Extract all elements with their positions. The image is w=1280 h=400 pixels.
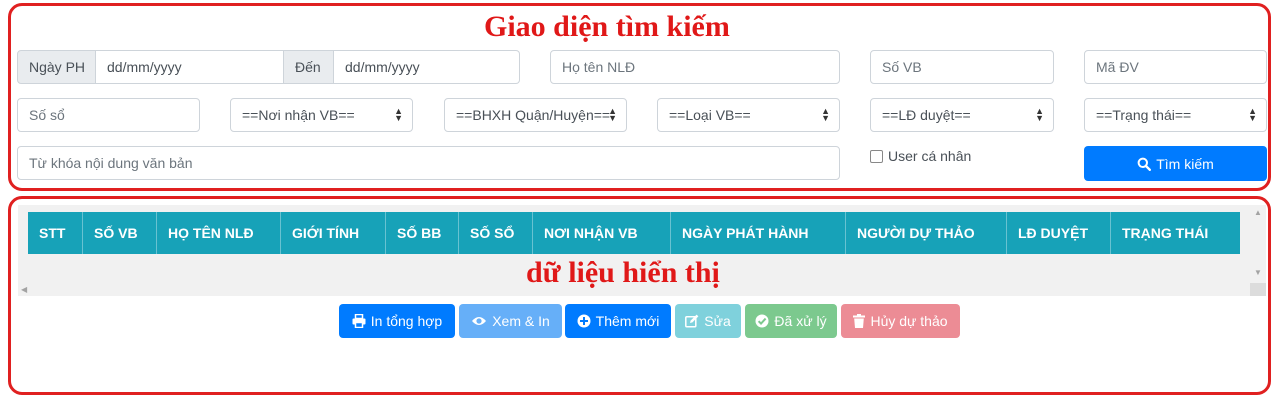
trash-icon — [853, 314, 866, 328]
check-circle-icon — [755, 314, 769, 328]
date-range-group: Ngày PH dd/mm/yyyy Đến dd/mm/yyyy — [17, 50, 520, 84]
unit-code-input[interactable]: Mã ĐV — [1084, 50, 1267, 84]
column-header-recipient: NƠI NHẬN VB — [533, 212, 671, 254]
select-arrows-icon: ▲ ▼ — [821, 106, 830, 123]
recipient-select-value: ==Nơi nhận VB== — [242, 107, 355, 123]
approver-select-value: ==LĐ duyệt== — [882, 107, 971, 123]
eye-icon — [472, 317, 487, 325]
column-header-stt: STT — [28, 212, 83, 254]
personal-user-option[interactable]: User cá nhân — [870, 148, 971, 164]
scroll-up-icon[interactable]: ▲ — [1254, 209, 1262, 217]
date-to-label: Đến — [284, 50, 334, 84]
data-area-annotation: dữ liệu hiển thị — [526, 256, 720, 289]
column-header-book-number: SỐ SỔ — [459, 212, 533, 254]
print-summary-button[interactable]: In tổng hợp — [339, 304, 455, 338]
keyword-input[interactable]: Từ khóa nội dung văn bản — [17, 146, 840, 180]
doc-number-input[interactable]: Số VB — [870, 50, 1054, 84]
edit-icon — [685, 314, 699, 328]
scroll-down-icon[interactable]: ▼ — [1254, 269, 1262, 277]
date-from-input[interactable]: dd/mm/yyyy — [96, 50, 284, 84]
column-header-gender: GIỚI TÍNH — [281, 212, 386, 254]
select-arrows-icon: ▲ ▼ — [608, 106, 617, 123]
search-icon — [1137, 157, 1152, 171]
book-number-input[interactable]: Số sổ — [17, 98, 200, 132]
print-icon — [352, 314, 366, 328]
select-arrows-icon: ▲ ▼ — [394, 106, 403, 123]
add-new-label: Thêm mới — [595, 313, 660, 329]
scroll-left-icon[interactable]: ◀ — [21, 286, 27, 294]
personal-user-label: User cá nhân — [888, 148, 972, 164]
plus-circle-icon — [577, 314, 591, 328]
select-arrows-icon: ▲ ▼ — [1248, 106, 1257, 123]
search-button-label: Tìm kiếm — [1156, 155, 1214, 172]
date-from-label: Ngày PH — [17, 50, 96, 84]
cancel-draft-button[interactable]: Hủy dự thảo — [841, 304, 960, 338]
edit-button[interactable]: Sửa — [675, 304, 741, 338]
scrollbar-corner — [1250, 283, 1266, 296]
edit-label: Sửa — [704, 313, 731, 329]
status-select-value: ==Trạng thái== — [1096, 107, 1192, 123]
column-header-status: TRẠNG THÁI — [1122, 225, 1209, 241]
employee-name-input[interactable]: Họ tên NLĐ — [550, 50, 840, 84]
column-header-drafter: NGƯỜI DỰ THẢO — [846, 212, 1007, 254]
select-arrows-icon: ▲ ▼ — [1035, 106, 1044, 123]
column-header-record-number: SỐ BB — [386, 212, 459, 254]
column-header-employee-name: HỌ TÊN NLĐ — [157, 212, 281, 254]
column-header-approver: LĐ DUYỆT — [1007, 212, 1111, 254]
district-select-value: ==BHXH Quận/Huyện== — [456, 107, 611, 123]
approver-select[interactable]: ==LĐ duyệt== ▲ ▼ — [870, 98, 1054, 132]
search-button[interactable]: Tìm kiếm — [1084, 146, 1267, 181]
add-new-button[interactable]: Thêm mới — [565, 304, 671, 338]
personal-user-checkbox[interactable] — [870, 149, 883, 163]
table-header-row: STT SỐ VB HỌ TÊN NLĐ GIỚI TÍNH SỐ BB SỐ … — [28, 212, 1240, 254]
district-select[interactable]: ==BHXH Quận/Huyện== ▲ ▼ — [444, 98, 627, 132]
date-to-input[interactable]: dd/mm/yyyy — [334, 50, 520, 84]
doc-type-select[interactable]: ==Loại VB== ▲ ▼ — [657, 98, 840, 132]
search-area-annotation: Giao diện tìm kiếm — [484, 10, 730, 43]
view-print-button[interactable]: Xem & In — [459, 304, 562, 338]
processed-label: Đã xử lý — [774, 313, 827, 329]
recipient-select[interactable]: ==Nơi nhận VB== ▲ ▼ — [230, 98, 413, 132]
cancel-draft-label: Hủy dự thảo — [870, 313, 948, 329]
status-select[interactable]: ==Trạng thái== ▲ ▼ — [1084, 98, 1267, 132]
column-header-issue-date: NGÀY PHÁT HÀNH — [671, 212, 846, 254]
print-summary-label: In tổng hợp — [370, 313, 443, 329]
doc-type-select-value: ==Loại VB== — [669, 107, 751, 123]
column-header-doc-number: SỐ VB — [83, 212, 157, 254]
view-print-label: Xem & In — [492, 313, 550, 329]
processed-button[interactable]: Đã xử lý — [745, 304, 837, 338]
